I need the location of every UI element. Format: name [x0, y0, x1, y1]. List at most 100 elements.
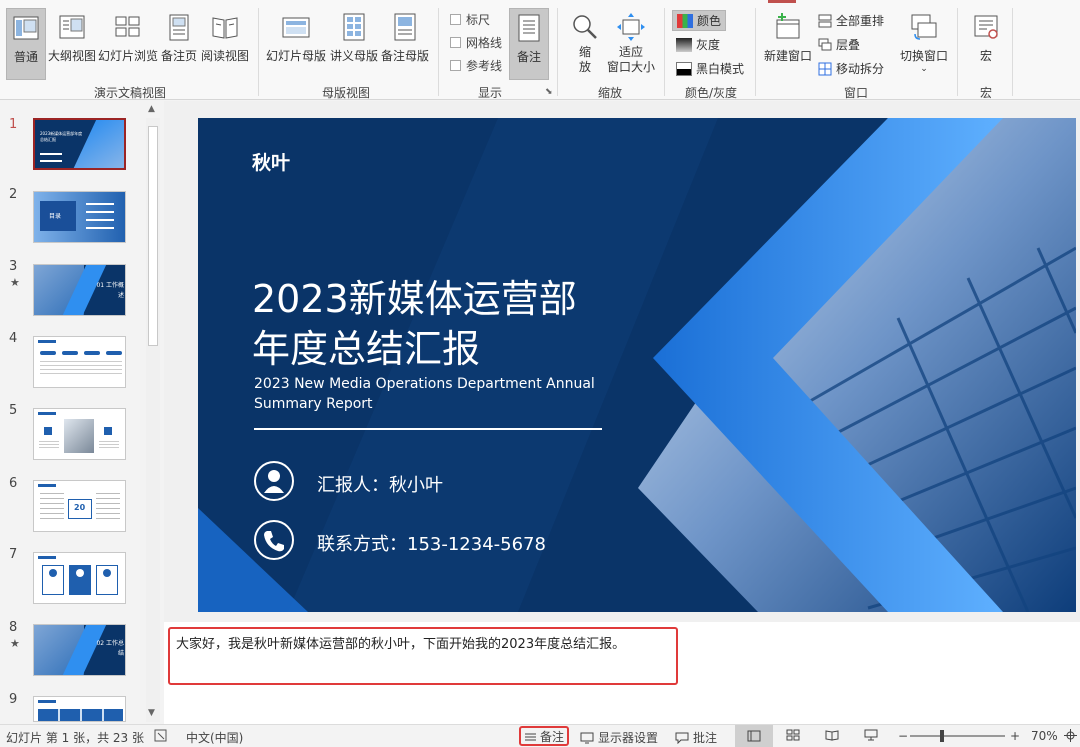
status-notes-button[interactable]: 备注: [519, 726, 569, 746]
slide-sorter-button[interactable]: 幻灯片浏览: [98, 8, 158, 80]
scroll-up-icon[interactable]: ▲: [148, 104, 155, 114]
thumb-number-5: 5: [9, 403, 18, 418]
comments-button[interactable]: 批注: [675, 729, 717, 746]
arrange-all-button[interactable]: 全部重排: [818, 12, 884, 29]
reading-view-status-icon[interactable]: [825, 729, 839, 741]
language-indicator[interactable]: 中文(中国): [186, 729, 243, 746]
grayscale-button[interactable]: 灰度: [676, 36, 720, 53]
slide-thumbnail-5[interactable]: [33, 408, 126, 460]
dialog-launcher-icon[interactable]: ⬊: [545, 87, 553, 97]
slide-thumbnail-4[interactable]: [33, 336, 126, 388]
slide-counter: 幻灯片 第 1 张，共 23 张: [6, 731, 144, 745]
new-window-button[interactable]: 新建窗口: [763, 8, 813, 80]
move-split-button[interactable]: 移动拆分: [818, 60, 884, 77]
normal-view-button[interactable]: 普通: [6, 8, 46, 80]
scrollbar-thumb[interactable]: [148, 126, 158, 346]
slide-divider: [254, 428, 602, 430]
ribbon: 普通 大纲视图 幻灯片浏览 备注页 阅读视图 演示文稿视图 幻灯片母版 讲义母版…: [0, 0, 1080, 100]
thumb-number-8: 8: [9, 620, 18, 635]
slide-thumbnail-2[interactable]: 目录: [33, 191, 126, 243]
ruler-checkbox[interactable]: 标尺: [450, 11, 490, 28]
zoom-label-line2: 放: [578, 60, 591, 74]
cascade-button[interactable]: 层叠: [818, 36, 860, 53]
scroll-down-icon[interactable]: ▼: [148, 708, 155, 718]
outline-view-button[interactable]: 大纲视图: [47, 8, 97, 80]
bw-label: 黑白模式: [696, 62, 745, 76]
thumb-title: 2023新媒体运营部年度总结汇报: [40, 131, 83, 142]
chevron-down-icon: ⌄: [920, 64, 928, 74]
handout-master-button[interactable]: 讲义母版: [329, 8, 379, 80]
separator: [438, 8, 439, 96]
zoom-slider[interactable]: [910, 730, 1005, 742]
slide-master-button[interactable]: 幻灯片母版: [264, 8, 328, 80]
notes-toggle-icon: [518, 14, 540, 42]
switch-window-label: 切换窗口: [899, 49, 948, 63]
thumb-title: 01 工作概述: [96, 282, 124, 299]
main-slide[interactable]: 秋叶 2023新媒体运营部 年度总结汇报 2023 New Media Oper…: [198, 118, 1076, 612]
slide-sorter-status-icon[interactable]: [786, 729, 800, 741]
grayscale-swatch-icon: [676, 37, 692, 52]
ruler-checkbox-box: [450, 14, 461, 25]
thumb-number-3: 3: [9, 259, 18, 274]
fit-window-button[interactable]: 适应 窗口大小: [605, 8, 657, 80]
phone-icon: [254, 520, 294, 560]
color-button[interactable]: 颜色: [672, 10, 727, 31]
move-split-label: 移动拆分: [836, 62, 885, 76]
slide-sorter-icon: [115, 16, 140, 37]
bw-button[interactable]: 黑白模式: [676, 60, 744, 77]
ruler-label: 标尺: [466, 13, 491, 27]
notes-master-icon: [394, 13, 416, 41]
new-window-label: 新建窗口: [763, 49, 812, 63]
switch-window-button[interactable]: 切换窗口 ⌄: [897, 8, 951, 80]
slide-thumbnail-7[interactable]: [33, 552, 126, 604]
macro-button[interactable]: 宏: [966, 8, 1006, 80]
comments-label: 批注: [693, 731, 718, 745]
magnifier-icon: [573, 15, 597, 39]
guides-checkbox[interactable]: 参考线: [450, 57, 502, 74]
notes-text[interactable]: 大家好，我是秋叶新媒体运营部的秋小叶，下面开始我的2023年度总结汇报。: [176, 633, 625, 652]
slideshow-status-icon[interactable]: [864, 729, 878, 741]
zoom-out-button[interactable]: −: [898, 729, 908, 743]
notes-toggle-button[interactable]: 备注: [509, 8, 549, 80]
zoom-slider-handle[interactable]: [940, 730, 944, 742]
normal-view-status-button[interactable]: [735, 725, 773, 747]
reading-view-label: 阅读视图: [200, 49, 249, 63]
slide-thumbnail-3[interactable]: 01 工作概述: [33, 264, 126, 316]
fit-slide-icon[interactable]: [1064, 729, 1077, 742]
notes-toggle-label: 备注: [516, 50, 541, 64]
slide-thumbnail-9[interactable]: [33, 696, 126, 722]
guides-checkbox-box: [450, 60, 461, 71]
cascade-label: 层叠: [836, 38, 861, 52]
accessibility-icon[interactable]: [154, 729, 167, 742]
normal-view-icon: [13, 16, 39, 40]
zoom-button[interactable]: 缩 放: [566, 8, 604, 80]
notes-master-button[interactable]: 备注母版: [380, 8, 430, 80]
slide-thumbnail-8[interactable]: 02 工作总结: [33, 624, 126, 676]
zoom-level[interactable]: 70%: [1031, 729, 1058, 743]
color-label: 颜色: [697, 14, 722, 28]
reading-view-button[interactable]: 阅读视图: [200, 8, 250, 80]
handout-master-label: 讲义母版: [329, 49, 378, 63]
slide-thumbnail-1[interactable]: 2023新媒体运营部年度总结汇报: [33, 118, 126, 170]
thumb-number-7: 7: [9, 547, 18, 562]
slide-title-line1: 2023新媒体运营部: [252, 277, 577, 321]
notes-page-button[interactable]: 备注页: [159, 8, 199, 80]
gridlines-label: 网格线: [466, 36, 503, 50]
switch-window-icon: [911, 14, 937, 40]
move-split-icon: [818, 62, 832, 75]
animation-star-icon: ★: [10, 637, 20, 650]
thumbnail-scrollbar[interactable]: ▲ ▼: [146, 104, 160, 722]
slide-reporter: 汇报人：秋小叶: [317, 475, 443, 496]
outline-view-icon: [59, 15, 85, 39]
slide-master-icon: [282, 17, 310, 38]
zoom-in-button[interactable]: +: [1010, 729, 1020, 743]
display-settings-button[interactable]: 显示器设置: [580, 729, 658, 746]
thumb-title: 20: [74, 503, 86, 512]
fit-label-line1: 适应: [618, 45, 643, 59]
outline-view-label: 大纲视图: [47, 49, 96, 63]
slide-thumbnail-6[interactable]: 20: [33, 480, 126, 532]
reading-view-icon: [212, 17, 238, 39]
show-group-label: 显示: [477, 86, 502, 100]
handout-master-icon: [343, 13, 365, 41]
gridlines-checkbox[interactable]: 网格线: [450, 34, 502, 51]
